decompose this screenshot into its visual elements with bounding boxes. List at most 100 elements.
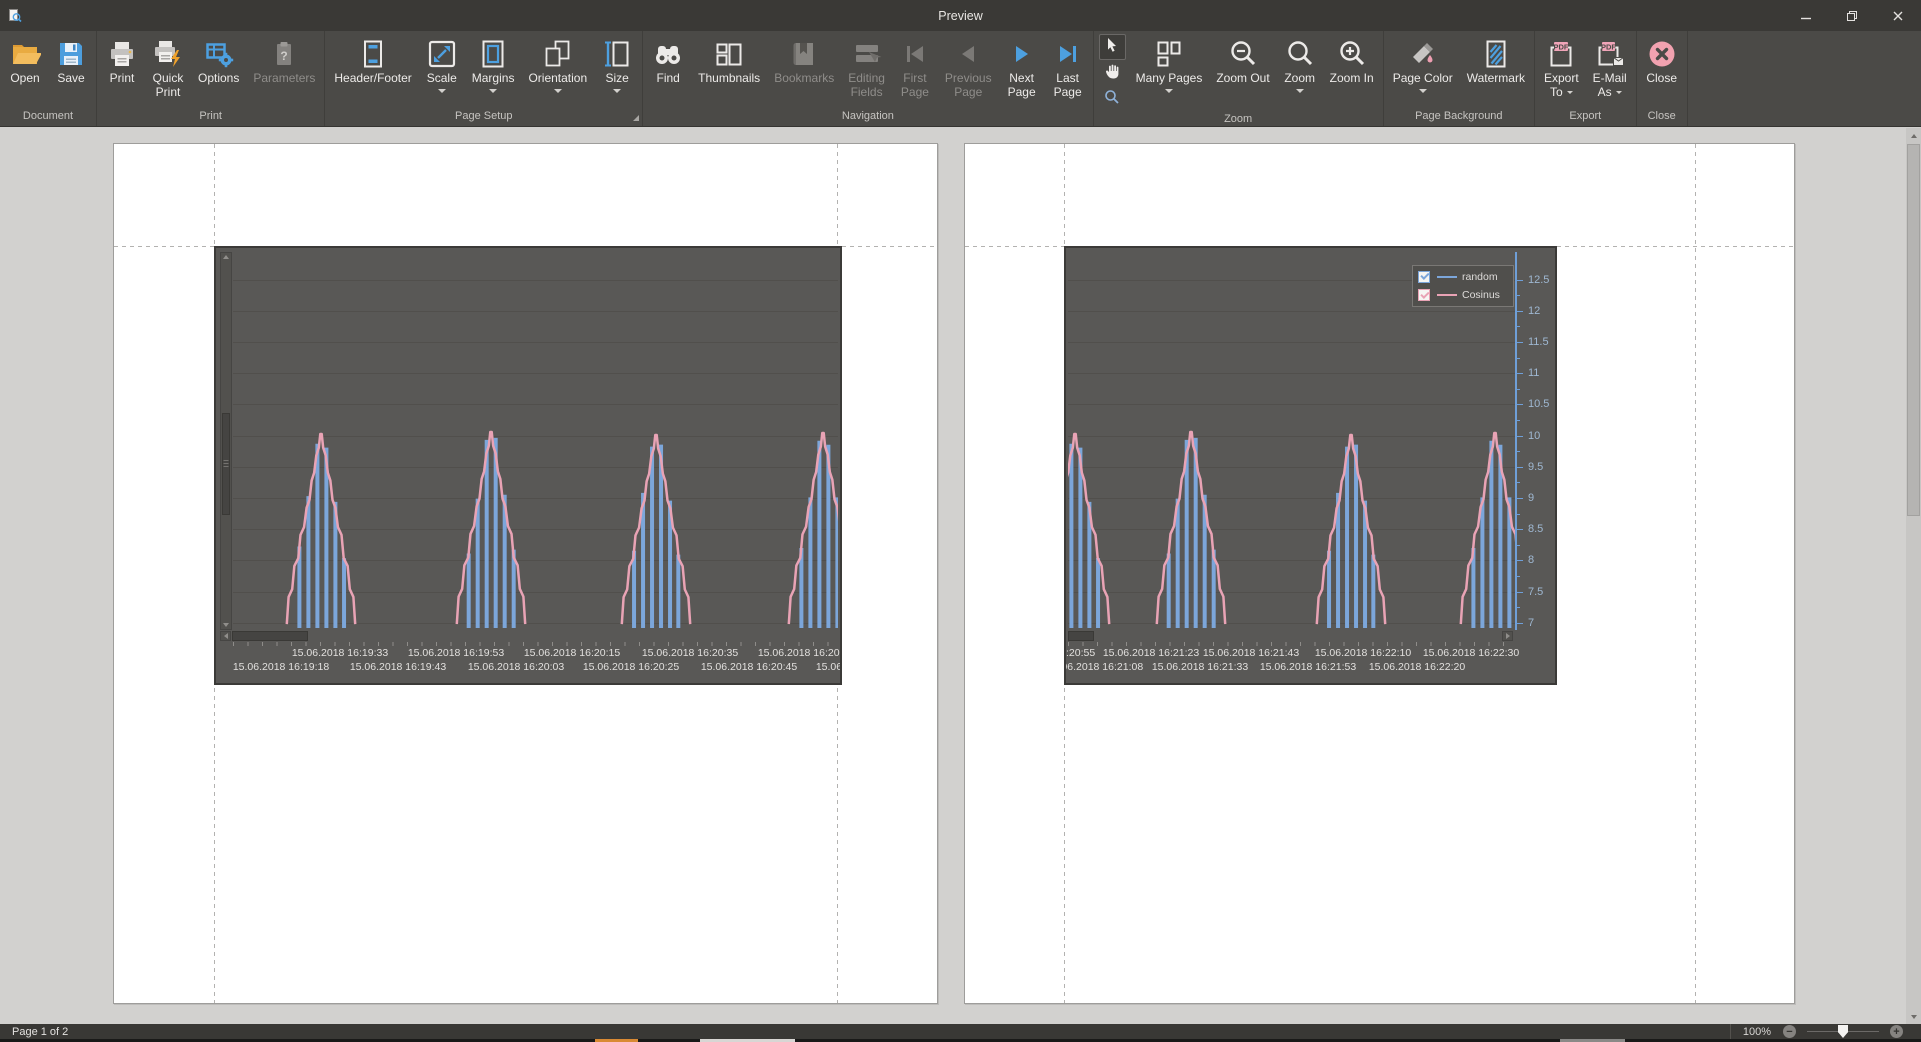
scrollbar-thumb[interactable]: [1907, 144, 1920, 516]
y-axis-label: 9.5: [1528, 461, 1543, 473]
zoom-control: 100% − +: [1730, 1024, 1903, 1039]
y-axis-tick: [1517, 326, 1520, 327]
zoom-tool-icon: [1103, 88, 1121, 111]
x-axis-label: 15.06.2018 16:20:55: [1064, 647, 1095, 659]
many-pages-label: Many Pages: [1136, 72, 1203, 100]
chevron-down-icon: [1165, 89, 1173, 93]
y-axis-tick: [1517, 607, 1520, 608]
export-to-button[interactable]: PDFExportTo: [1537, 32, 1586, 109]
ribbon-group-label-print: Print: [97, 109, 324, 126]
y-axis-label: 10: [1528, 430, 1540, 442]
page-color-icon: [1407, 35, 1439, 72]
svg-text:?: ?: [281, 49, 288, 63]
thumbnails-button[interactable]: Thumbnails: [691, 32, 767, 109]
mouse-pointer-tool-button[interactable]: [1099, 34, 1126, 60]
close-window-button[interactable]: [1875, 0, 1921, 31]
email-pdf-icon: PDF: [1594, 35, 1626, 72]
y-axis-tick: [1517, 420, 1520, 421]
page-color-button[interactable]: Page Color: [1386, 32, 1460, 109]
y-axis-label: 8: [1528, 554, 1534, 566]
orientation-button[interactable]: Orientation: [521, 32, 594, 109]
y-axis-tick: [1517, 545, 1520, 546]
next-page-button[interactable]: NextPage: [999, 32, 1045, 109]
watermark-label: Watermark: [1467, 72, 1525, 100]
next-page-icon: [1006, 35, 1038, 72]
y-axis-tick: [1517, 311, 1523, 312]
ribbon-group-page-background: Page ColorWatermark Page Background: [1384, 31, 1535, 126]
quick-print-icon: [152, 35, 184, 72]
open-label: Open: [10, 72, 39, 100]
y-axis-tick: [1517, 623, 1523, 624]
zoom-slider[interactable]: [1807, 1031, 1879, 1032]
check-icon: [1420, 290, 1429, 299]
ribbon-toolbar: OpenSaveDocumentPrintQuickPrintOptions?P…: [0, 31, 1921, 127]
header-footer-button[interactable]: Header/Footer: [327, 32, 418, 109]
orientation-label: Orientation: [528, 72, 587, 100]
app-preview-icon: [7, 8, 23, 24]
zoom-slider-thumb[interactable]: [1838, 1025, 1848, 1038]
minimize-button[interactable]: [1783, 0, 1829, 31]
save-label: Save: [57, 72, 84, 100]
legend-checkbox-random: [1418, 271, 1430, 283]
y-axis: 12.51211.51110.5109.598.587.57: [1515, 252, 1557, 630]
y-axis-tick: [1517, 529, 1523, 530]
zoom-in-button[interactable]: +: [1890, 1025, 1903, 1038]
scroll-down-icon[interactable]: [1906, 1009, 1921, 1024]
ribbon-group-label-page-setup: Page Setup: [325, 109, 642, 126]
many-pages-button[interactable]: Many Pages: [1129, 32, 1210, 112]
email-as-button[interactable]: PDFE-MailAs: [1586, 32, 1634, 109]
y-axis-tick: [1517, 498, 1523, 499]
x-axis-label: 15.06.2018 16:21:08: [1064, 661, 1143, 673]
scroll-down-icon: [221, 623, 231, 627]
x-axis-label: 15.06.2018 16:20:35: [642, 647, 738, 659]
status-bar: Page 1 of 2 100% − +: [0, 1024, 1921, 1039]
zoom-out-button[interactable]: −: [1783, 1025, 1796, 1038]
save-button[interactable]: Save: [48, 32, 94, 109]
zoom-out-button[interactable]: Zoom Out: [1209, 32, 1276, 112]
find-icon: [652, 35, 684, 72]
zoom-button[interactable]: Zoom: [1277, 32, 1323, 112]
print-label: Print: [110, 72, 135, 100]
hand-tool-tool-button[interactable]: [1099, 60, 1126, 86]
zoom-in-icon: [1336, 35, 1368, 72]
chevron-down-icon: [438, 89, 446, 93]
last-page-label: LastPage: [1054, 72, 1082, 100]
bookmarks-icon: [788, 35, 820, 72]
find-label: Find: [656, 72, 679, 100]
preview-page-2: 15.06.2018 16:20:5515.06.2018 16:21:2315…: [964, 143, 1795, 1004]
chevron-down-icon: [1419, 89, 1427, 93]
report-chart-page-1: 15.06.2018 16:19:3315.06.2018 16:19:5315…: [214, 246, 842, 685]
magnifier-tool-tool-button[interactable]: [1099, 86, 1126, 112]
ribbon-group-label-page-background: Page Background: [1384, 109, 1534, 126]
options-button[interactable]: Options: [191, 32, 246, 109]
print-button[interactable]: Print: [99, 32, 145, 109]
x-axis-label: 15.06.2018 16:21:08: [816, 661, 842, 673]
close-preview-button[interactable]: Close: [1639, 32, 1685, 109]
workspace-scrollbar[interactable]: [1906, 128, 1921, 1024]
last-page-button[interactable]: LastPage: [1045, 32, 1091, 109]
watermark-button[interactable]: Watermark: [1460, 32, 1532, 109]
svg-text:PDF: PDF: [1554, 42, 1569, 51]
zoom-label: Zoom: [1284, 72, 1315, 100]
quick-print-button[interactable]: QuickPrint: [145, 32, 191, 109]
margins-button[interactable]: Margins: [465, 32, 522, 109]
zoom-in-button[interactable]: Zoom In: [1323, 32, 1381, 112]
scroll-up-icon[interactable]: [1906, 128, 1921, 143]
scale-button[interactable]: Scale: [419, 32, 465, 109]
x-axis-label: 15.06.2018 16:22:30: [1423, 647, 1519, 659]
thumbnails-icon: [713, 35, 745, 72]
ribbon-group-zoom: Many PagesZoom OutZoomZoom InZoom: [1094, 31, 1384, 126]
y-axis-tick: [1517, 436, 1523, 437]
email-as-label: E-MailAs: [1593, 72, 1627, 100]
maximize-button[interactable]: [1829, 0, 1875, 31]
legend-item-Cosinus: Cosinus: [1418, 287, 1508, 304]
y-axis-tick: [1517, 373, 1523, 374]
y-axis-tick: [1517, 280, 1523, 281]
open-button[interactable]: Open: [2, 32, 48, 109]
zoom-in-label: Zoom In: [1330, 72, 1374, 100]
find-button[interactable]: Find: [645, 32, 691, 109]
y-axis-tick: [1517, 404, 1523, 405]
dialog-launcher-icon[interactable]: [633, 115, 639, 121]
size-button[interactable]: Size: [594, 32, 640, 109]
last-page-icon: [1052, 35, 1084, 72]
